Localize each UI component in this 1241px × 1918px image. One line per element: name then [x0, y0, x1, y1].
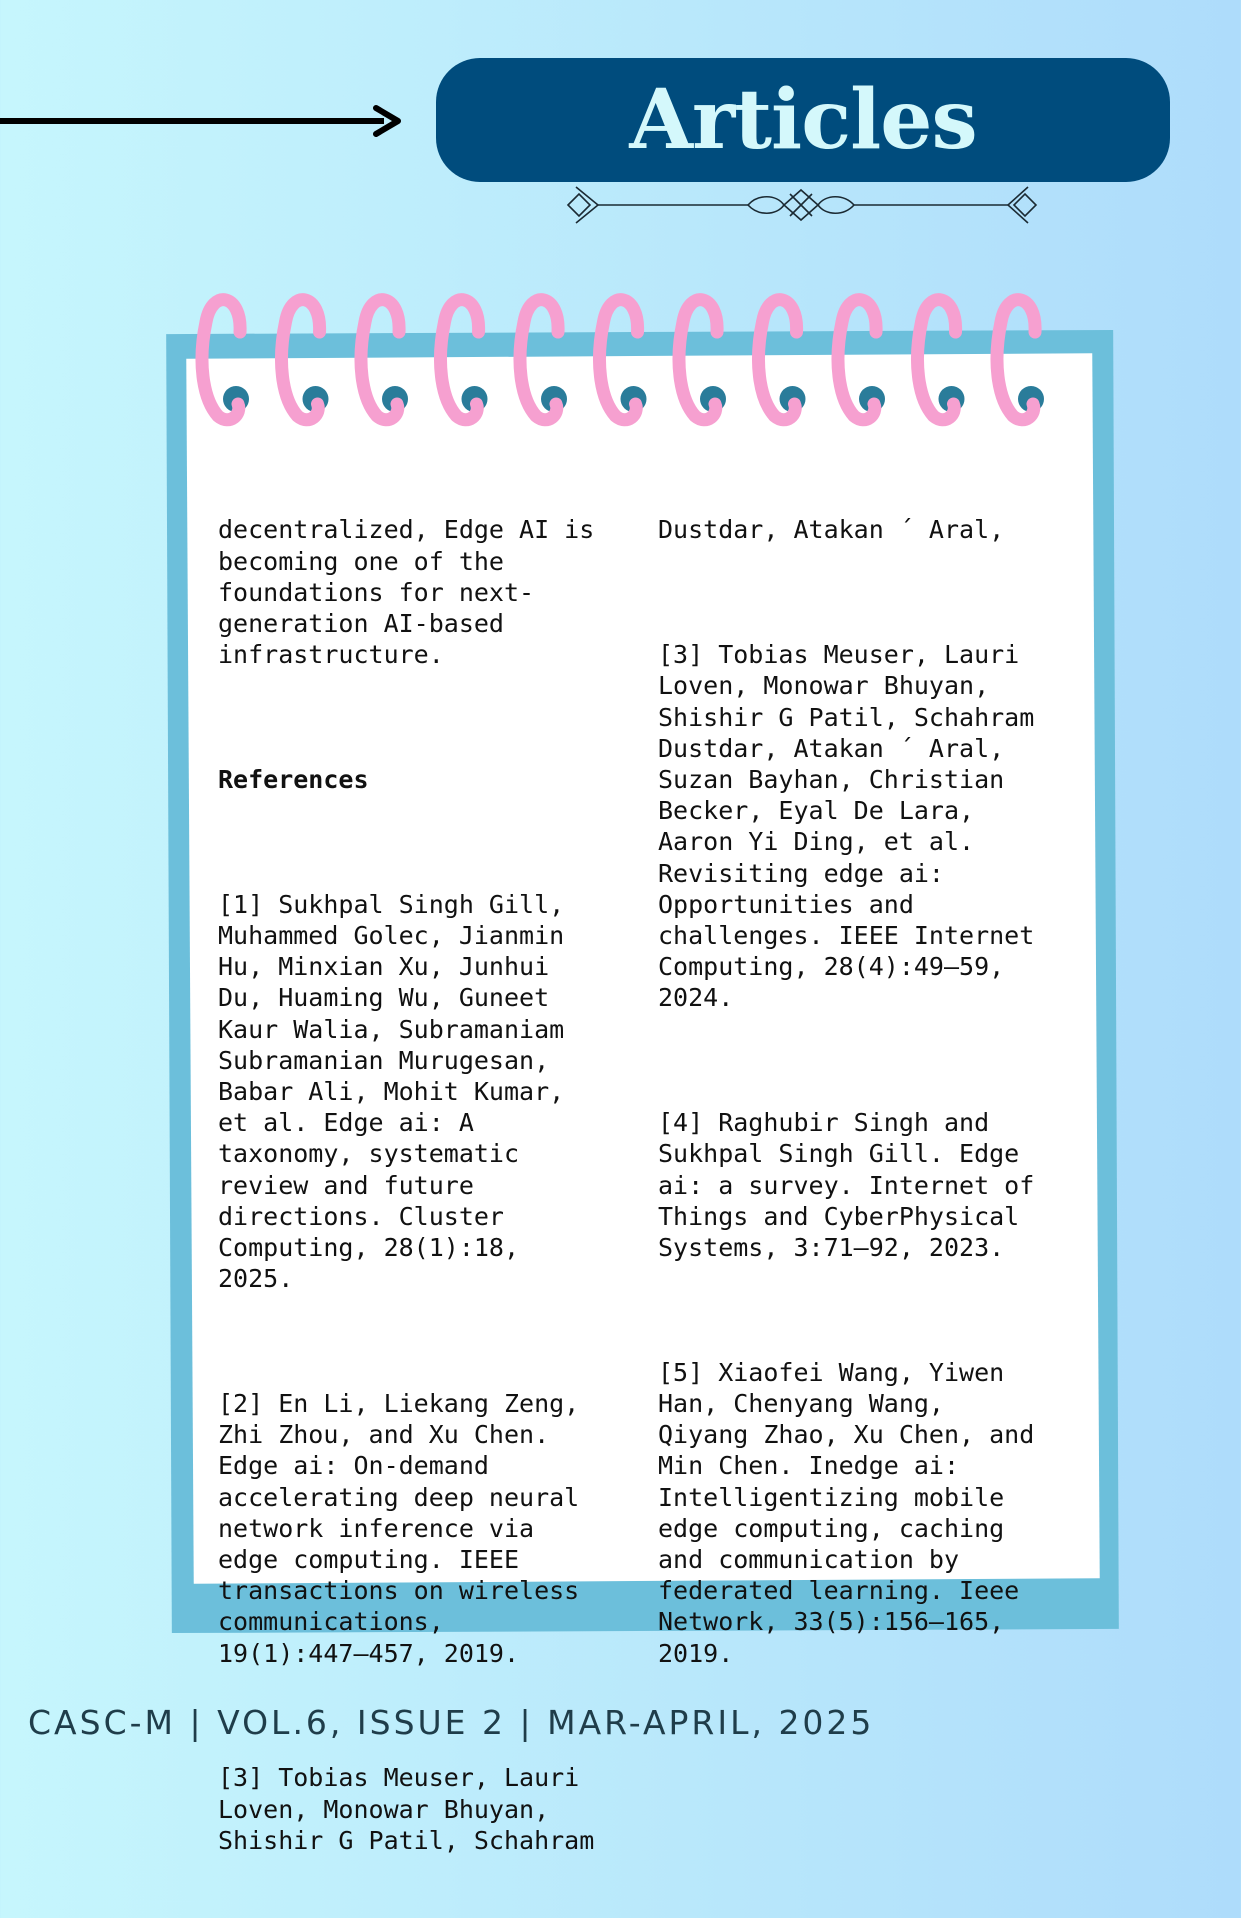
spiral-ring: [911, 293, 963, 427]
spiral-ring: [354, 293, 406, 427]
spiral-ring: [990, 293, 1042, 427]
spiral-ring: [195, 293, 247, 427]
reference-item: [3] Tobias Meuser, Lauri Loven, Monowar …: [218, 1763, 595, 1855]
reference-item: [2] En Li, Liekang Zeng, Zhi Zhou, and X…: [218, 1389, 580, 1668]
page-title: Articles: [629, 72, 977, 168]
spiral-ring: [752, 293, 804, 427]
reference-item: [1] Sukhpal Singh Gill, Muhammed Golec, …: [218, 889, 565, 1294]
title-banner: Articles: [436, 58, 1170, 182]
spiral-ring: [275, 293, 327, 427]
spiral-ring: [593, 293, 645, 427]
spiral-ring: [513, 293, 565, 427]
reference-item: [4] Raghubir Singh and Sukhpal Singh Gil…: [658, 1108, 1035, 1263]
spiral-ring: [831, 293, 883, 427]
left-text-column: decentralized, Edge AI is becoming one o…: [218, 452, 648, 1918]
right-text-column: Dustdar, Atakan ´ Aral, [3] Tobias Meuse…: [658, 452, 1088, 1731]
footer-issue-info: CASC-M | VOL.6, ISSUE 2 | MAR-APRIL, 202…: [28, 1703, 875, 1742]
reference-item: [5] Xiaofei Wang, Yiwen Han, Chenyang Wa…: [658, 1357, 1035, 1668]
reference-continuation: Dustdar, Atakan ´ Aral,: [658, 515, 1005, 545]
spiral-binding-icon: [195, 293, 1044, 427]
references-heading: References: [218, 765, 369, 795]
spiral-ring: [672, 293, 724, 427]
reference-item: [3] Tobias Meuser, Lauri Loven, Monowar …: [658, 640, 1035, 1013]
right-arrow-icon: [0, 105, 401, 137]
intro-paragraph: decentralized, Edge AI is becoming one o…: [218, 515, 595, 670]
spiral-ring: [434, 293, 486, 427]
divider-ornament-icon: [566, 186, 1038, 224]
